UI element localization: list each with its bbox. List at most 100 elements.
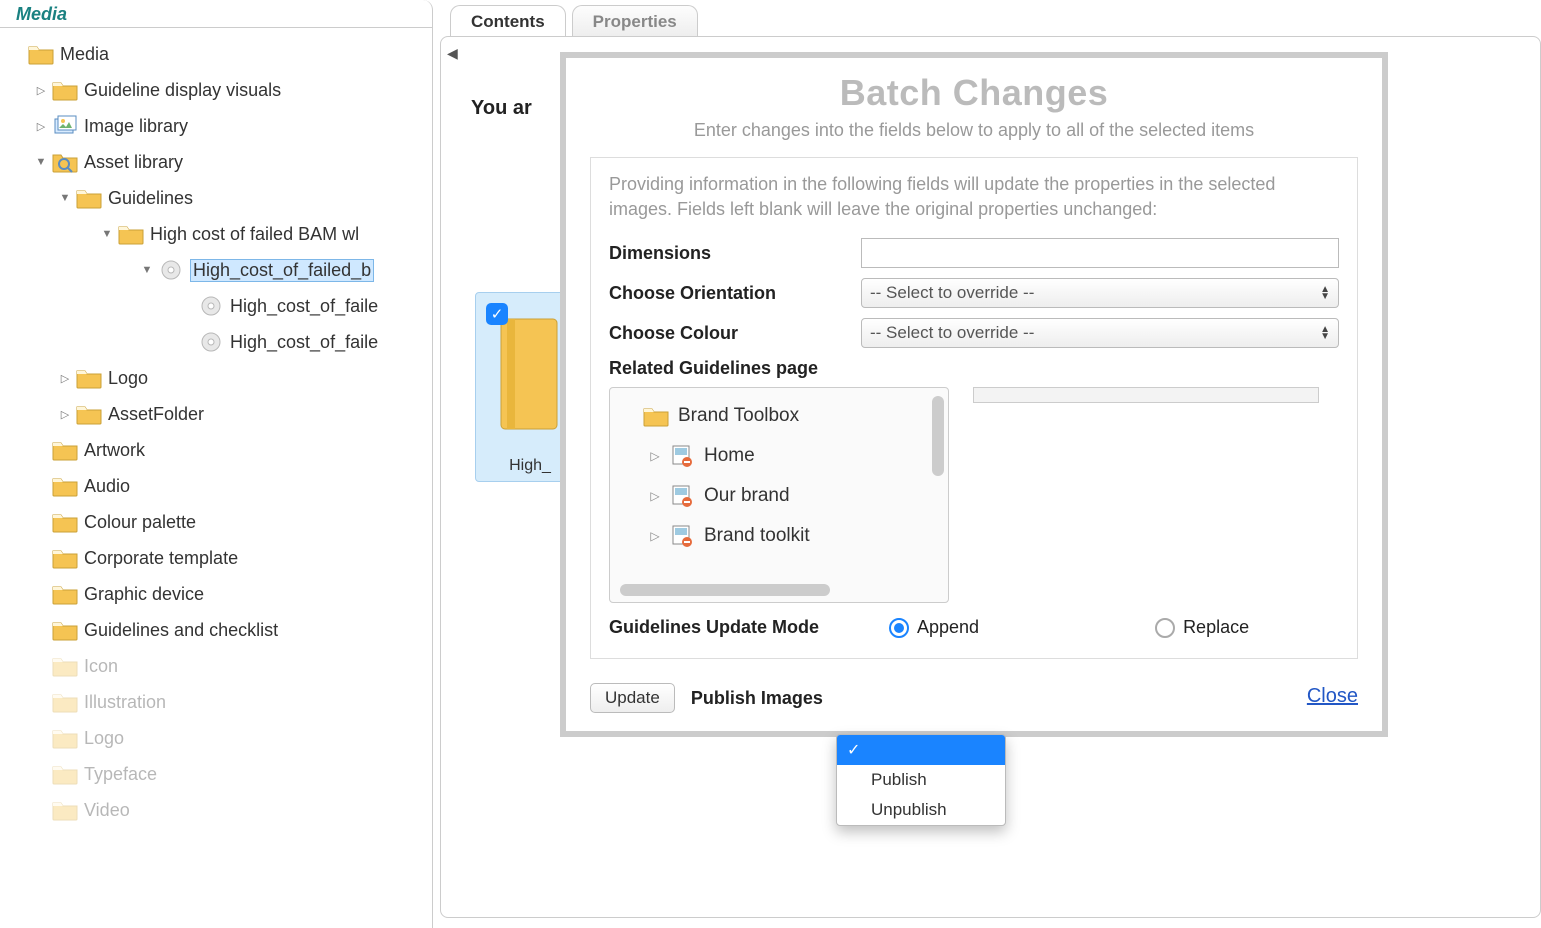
tree-item-icon[interactable]: Icon (0, 648, 432, 684)
tab-properties[interactable]: Properties (572, 5, 698, 36)
checkbox-checked-icon[interactable]: ✓ (486, 303, 508, 325)
publish-dropdown[interactable]: Publish Unpublish (836, 734, 1006, 826)
tree-item-guidelines[interactable]: ▼ Guidelines (0, 180, 432, 216)
select-colour[interactable]: -- Select to override -- ▲▼ (861, 318, 1339, 348)
tree-expand-icon[interactable]: ▼ (58, 191, 72, 205)
folder-icon (28, 41, 54, 67)
tree-item-label: High cost of failed BAM wl (150, 224, 359, 245)
page-icon (668, 482, 696, 510)
tree-item-label: Colour palette (84, 512, 196, 533)
tree-item-audio[interactable]: Audio (0, 468, 432, 504)
folder-icon (52, 761, 78, 787)
related-tree-label: Brand toolkit (704, 525, 810, 547)
tree-expand-icon[interactable]: ▷ (648, 529, 662, 543)
scrollbar-horizontal[interactable] (620, 584, 830, 596)
related-tree-item[interactable]: ▷Home (620, 436, 938, 476)
publish-option-blank[interactable] (837, 735, 1005, 765)
tree-item-asset-library[interactable]: ▼ Asset library (0, 144, 432, 180)
tree-item-video[interactable]: Video (0, 792, 432, 828)
page-icon (668, 442, 696, 470)
publish-option-publish[interactable]: Publish (837, 765, 1005, 795)
tree-item-assetfolder[interactable]: ▷ AssetFolder (0, 396, 432, 432)
tree-expand-icon[interactable]: ▷ (58, 371, 72, 385)
folder-icon (642, 402, 670, 430)
tree-item-image-library[interactable]: ▷Image library (0, 108, 432, 144)
tree-item-hcfb-1[interactable]: ▼ High_cost_of_failed_b (0, 252, 432, 288)
tree-item-label: High_cost_of_faile (230, 296, 378, 317)
tree-item-logo-2[interactable]: Logo (0, 720, 432, 756)
tree-expand-icon[interactable]: ▷ (648, 489, 662, 503)
tree-item-corp-template[interactable]: Corporate template (0, 540, 432, 576)
tree-root-media[interactable]: ▶ Media (0, 36, 432, 72)
tree-item-label: Audio (84, 476, 130, 497)
select-caret-icon: ▲▼ (1320, 286, 1330, 300)
radio-append-label: Append (917, 617, 979, 638)
disc-icon (198, 329, 224, 355)
tree-item-label: Asset library (84, 152, 183, 173)
folder-icon (52, 437, 78, 463)
tree-expand-icon[interactable]: ▷ (648, 449, 662, 463)
label-update-mode: Guidelines Update Mode (609, 617, 861, 638)
select-orientation[interactable]: -- Select to override -- ▲▼ (861, 278, 1339, 308)
related-tree-label: Brand Toolbox (678, 405, 799, 427)
radio-append[interactable]: Append (889, 617, 979, 638)
folder-icon (76, 185, 102, 211)
tree-expand-icon[interactable]: ▼ (34, 155, 48, 169)
related-tree-item[interactable]: ▷ Brand toolkit (620, 516, 938, 556)
tree-item-high-cost-bam[interactable]: ▼ High cost of failed BAM wl (0, 216, 432, 252)
label-colour: Choose Colour (609, 323, 861, 344)
tree-item-hcfb-3[interactable]: High_cost_of_faile (0, 324, 432, 360)
tree-tab-bar: Media (0, 0, 432, 28)
radio-replace[interactable]: Replace (1155, 617, 1249, 638)
dialog-title: Batch Changes (590, 72, 1358, 114)
select-orientation-value: -- Select to override -- (870, 283, 1034, 303)
label-dimensions: Dimensions (609, 243, 861, 264)
tree-expand-icon[interactable]: ▷ (34, 119, 48, 133)
tree-item-label: High_cost_of_failed_b (190, 259, 374, 282)
tree-root-label: Media (60, 44, 109, 65)
radio-on-icon (889, 618, 909, 638)
tree-item-label: Video (84, 800, 130, 821)
tree-expand-icon[interactable]: ▷ (58, 407, 72, 421)
close-link[interactable]: Close (1307, 685, 1358, 708)
tree-item-label: Graphic device (84, 584, 204, 605)
tree-item-hcfb-2[interactable]: High_cost_of_faile (0, 288, 432, 324)
tree-item-label: Illustration (84, 692, 166, 713)
folder-icon (52, 545, 78, 571)
tree-item-logo[interactable]: ▷Logo (0, 360, 432, 396)
tree-item-colour-palette[interactable]: Colour palette (0, 504, 432, 540)
tree-item-artwork[interactable]: Artwork (0, 432, 432, 468)
back-arrow-icon[interactable]: ◀ (447, 45, 458, 62)
tree-expand-icon[interactable]: ▼ (100, 227, 114, 241)
tree-expand-icon[interactable]: ▼ (140, 263, 154, 277)
tree-item-typeface[interactable]: Typeface (0, 756, 432, 792)
folder-icon (52, 509, 78, 535)
tree-item-illustration[interactable]: Illustration (0, 684, 432, 720)
input-dimensions[interactable] (861, 238, 1339, 268)
tree-item-label: Guidelines and checklist (84, 620, 278, 641)
scrollbar-vertical[interactable] (932, 396, 944, 476)
update-button[interactable]: Update (590, 683, 675, 713)
related-guidelines-selection[interactable] (973, 387, 1319, 403)
related-guidelines-tree[interactable]: Brand Toolbox▷Home▷Our brand▷Brand toolk… (609, 387, 949, 603)
related-tree-item[interactable]: Brand Toolbox (620, 396, 938, 436)
folder-icon (52, 653, 78, 679)
tree-tab-media[interactable]: Media (8, 0, 75, 27)
tree-item-graphic-device[interactable]: Graphic device (0, 576, 432, 612)
folder-icon (52, 797, 78, 823)
tree-item-label: Artwork (84, 440, 145, 461)
folder-icon (118, 221, 144, 247)
label-publish-images: Publish Images (691, 688, 823, 709)
publish-option-unpublish[interactable]: Unpublish (837, 795, 1005, 825)
related-tree-item[interactable]: ▷Our brand (620, 476, 938, 516)
tree-item-guidelines-check[interactable]: Guidelines and checklist (0, 612, 432, 648)
search-folder-icon (52, 149, 78, 175)
tab-contents[interactable]: Contents (450, 5, 566, 36)
tree-item-label: AssetFolder (108, 404, 204, 425)
images-icon (52, 113, 78, 139)
row-orientation: Choose Orientation -- Select to override… (609, 278, 1339, 308)
tree-item-label: Guidelines (108, 188, 193, 209)
tree-expand-icon[interactable]: ▷ (34, 83, 48, 97)
tree-item-label: Guideline display visuals (84, 80, 281, 101)
tree-item-guideline-visuals[interactable]: ▷ Guideline display visuals (0, 72, 432, 108)
